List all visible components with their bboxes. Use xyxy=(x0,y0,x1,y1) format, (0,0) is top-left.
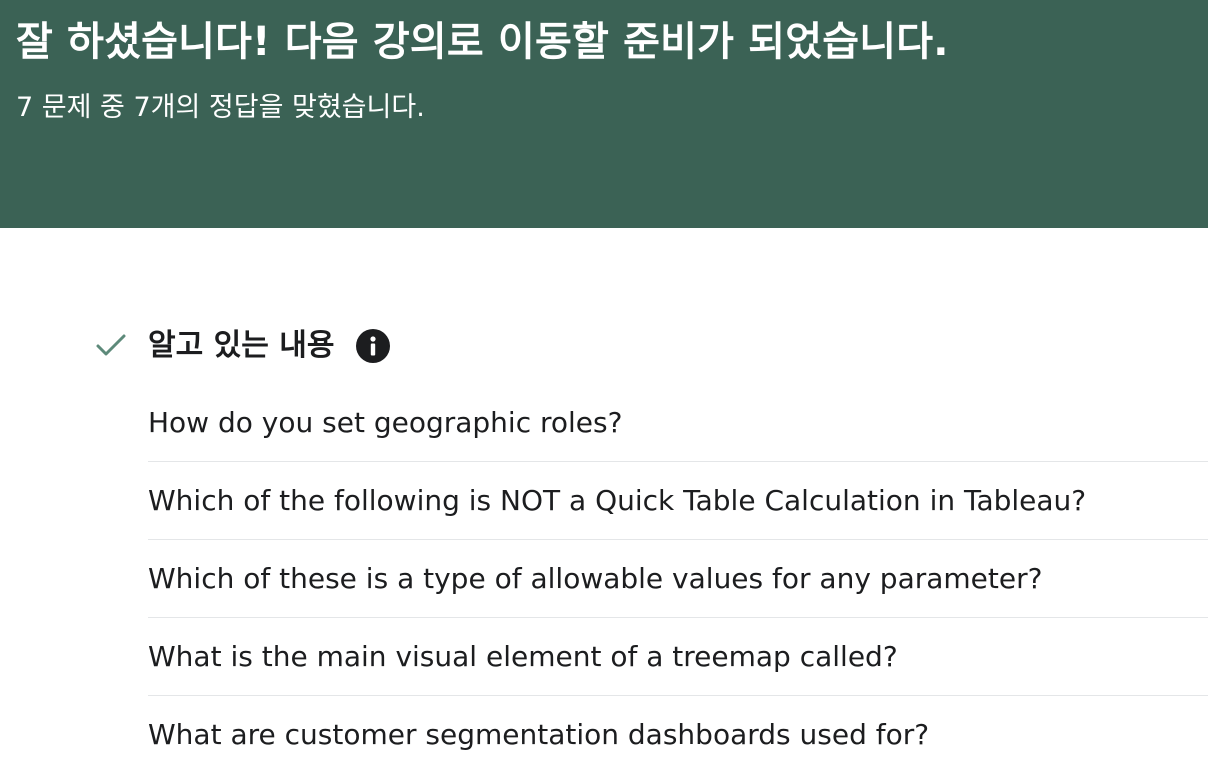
section-header: 알고 있는 내용 xyxy=(94,324,391,368)
question-item[interactable]: How do you set geographic roles? xyxy=(148,384,1208,462)
score-summary: 7 문제 중 7개의 정답을 맞혔습니다. xyxy=(16,92,425,123)
question-item[interactable]: What are customer segmentation dashboard… xyxy=(148,696,1208,774)
info-icon[interactable] xyxy=(355,328,391,364)
check-icon xyxy=(94,329,128,363)
known-content-section: 알고 있는 내용 How do you set geographic roles… xyxy=(0,228,1208,767)
results-banner: 잘 하셨습니다! 다음 강의로 이동할 준비가 되었습니다. 7 문제 중 7개… xyxy=(0,0,1208,228)
section-title: 알고 있는 내용 xyxy=(148,328,335,363)
banner-title: 잘 하셨습니다! 다음 강의로 이동할 준비가 되었습니다. xyxy=(16,19,949,65)
question-item[interactable]: Which of these is a type of allowable va… xyxy=(148,540,1208,618)
question-item[interactable]: Which of the following is NOT a Quick Ta… xyxy=(148,462,1208,540)
question-item[interactable]: What is the main visual element of a tre… xyxy=(148,618,1208,696)
question-list: How do you set geographic roles? Which o… xyxy=(148,384,1208,774)
